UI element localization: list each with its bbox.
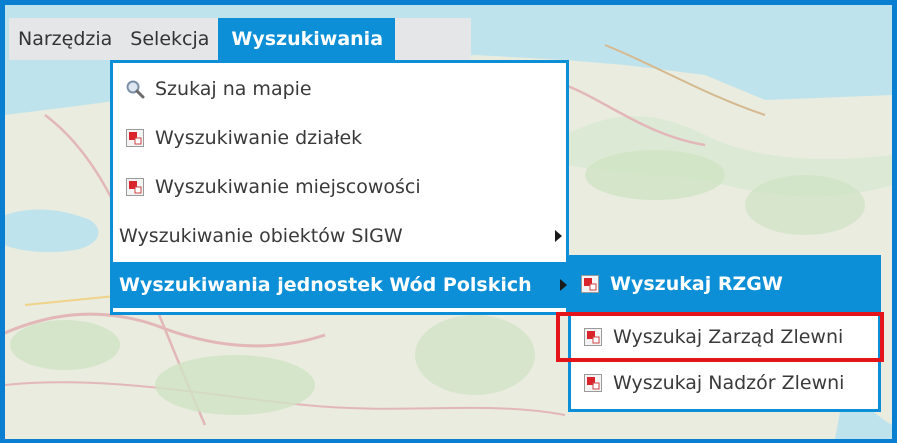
jednostki-submenu: Wyszukaj RZGW Wyszukaj Zarząd Zlewni Wys… [568, 255, 881, 412]
menu-item-wyszukiwanie-miejscowosci[interactable]: Wyszukiwanie miejscowości [113, 164, 566, 210]
submenu-arrow-icon [560, 279, 567, 291]
submenu-item-label: Wyszukaj Zarząd Zlewni [613, 326, 844, 348]
menu-selekcja[interactable]: Selekcja [121, 18, 218, 60]
menu-item-label: Wyszukiwanie obiektów SIGW [119, 225, 403, 247]
submenu-item-label: Wyszukaj Nadzór Zlewni [613, 372, 845, 394]
menu-item-szukaj-na-mapie[interactable]: Szukaj na mapie [113, 66, 566, 112]
menu-item-label: Wyszukiwanie działek [155, 127, 363, 149]
submenu-arrow-icon [555, 230, 562, 242]
menu-bar: Narzędzia Selekcja Wyszukiwania [9, 18, 471, 60]
submenu-lower: Wyszukaj Zarząd Zlewni Wyszukaj Nadzór Z… [568, 313, 881, 412]
menu-narzedzia[interactable]: Narzędzia [9, 18, 121, 60]
menu-item-label: Wyszukiwania jednostek Wód Polskich [119, 274, 532, 296]
menu-item-wyszukiwanie-obiektow-sigw[interactable]: Wyszukiwanie obiektów SIGW [113, 213, 572, 259]
submenu-item-wyszukaj-nadzor-zlewni[interactable]: Wyszukaj Nadzór Zlewni [571, 361, 878, 405]
submenu-item-wyszukaj-rzgw[interactable]: Wyszukaj RZGW [568, 255, 881, 313]
form-icon [126, 178, 144, 196]
menu-item-wyszukiwanie-dzialek[interactable]: Wyszukiwanie działek [113, 115, 566, 161]
menu-item-label: Szukaj na mapie [155, 78, 312, 100]
form-icon [584, 328, 602, 346]
submenu-item-label: Wyszukaj RZGW [610, 273, 783, 295]
menu-wyszukiwania[interactable]: Wyszukiwania [218, 18, 396, 60]
menu-item-wyszukiwania-jednostek-wod-polskich[interactable]: Wyszukiwania jednostek Wód Polskich [113, 262, 577, 308]
form-icon [126, 129, 144, 147]
magnifier-icon [126, 80, 145, 99]
form-icon [584, 374, 602, 392]
menu-item-label: Wyszukiwanie miejscowości [155, 176, 421, 198]
form-icon [581, 275, 599, 293]
submenu-item-wyszukaj-zarzad-zlewni[interactable]: Wyszukaj Zarząd Zlewni [571, 315, 878, 359]
wyszukiwania-dropdown: Szukaj na mapie Wyszukiwanie działek Wys… [110, 60, 577, 315]
